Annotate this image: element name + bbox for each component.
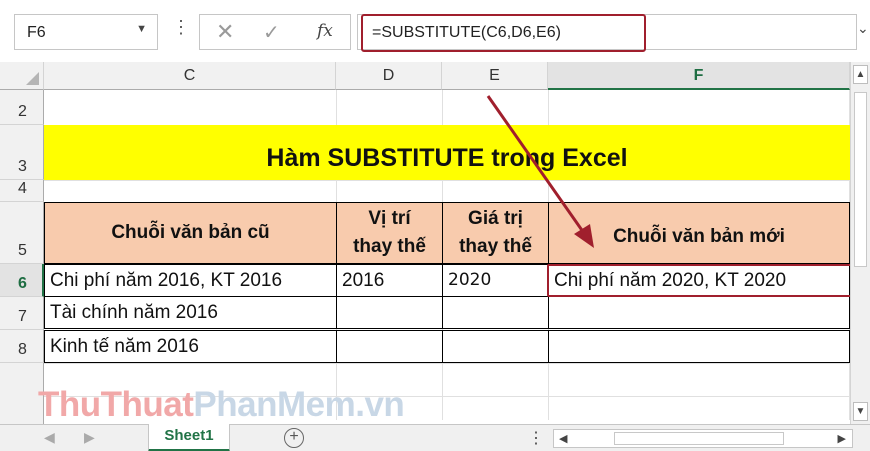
sheet-title[interactable]: Hàm SUBSTITUTE trong Excel [44, 144, 850, 173]
row-header-8[interactable]: 8 [0, 330, 44, 363]
header-old-text[interactable]: Chuỗi văn bản cũ [44, 202, 337, 264]
scroll-thumb[interactable] [614, 432, 784, 445]
formula-highlight-box [361, 14, 646, 52]
cell-e8[interactable] [442, 330, 549, 363]
header-new-text[interactable]: Chuỗi văn bản mới [548, 202, 850, 264]
tab-prev-icon[interactable]: ◀ [44, 429, 55, 446]
scroll-right-icon[interactable]: ▶ [838, 432, 846, 445]
row-header-2[interactable]: 2 [0, 90, 44, 125]
watermark: ThuThuatPhanMem.vn [38, 385, 405, 424]
chevron-down-icon[interactable]: ▼ [136, 23, 147, 35]
cell-d6[interactable]: 2016 [336, 264, 443, 297]
vertical-scrollbar[interactable]: ▲ ▼ [850, 62, 870, 424]
name-box[interactable]: F6 ▼ [14, 14, 158, 50]
cell-c6[interactable]: Chi phí năm 2016, KT 2016 [44, 264, 337, 297]
cell-e6[interactable]: 2020 [442, 264, 549, 297]
cancel-icon[interactable]: ✕ [216, 19, 234, 45]
cell-d8[interactable] [336, 330, 443, 363]
row-header-7[interactable]: 7 [0, 297, 44, 330]
cell-c7[interactable]: Tài chính năm 2016 [44, 296, 337, 329]
column-header-f[interactable]: F [548, 62, 850, 90]
horizontal-scrollbar[interactable]: ◀ ▶ [553, 429, 853, 448]
cell-d7[interactable] [336, 296, 443, 329]
function-icon[interactable]: fx [317, 21, 333, 41]
check-icon[interactable]: ✓ [263, 20, 280, 45]
formula-bar: F6 ▼ ⋮ ✕ ✓ fx =SUBSTITUTE(C6,D6,E6) ⌄ [0, 0, 870, 62]
tab-sheet1[interactable]: Sheet1 [148, 424, 230, 451]
cell-f7[interactable] [548, 296, 850, 329]
active-cell-highlight [547, 264, 852, 297]
formula-buttons: ✕ ✓ fx [199, 14, 351, 50]
row-header-4[interactable]: 4 [0, 180, 44, 202]
select-all-corner[interactable] [0, 62, 44, 90]
scroll-down-icon[interactable]: ▼ [853, 402, 868, 421]
scroll-thumb[interactable] [854, 92, 867, 267]
cell-e7[interactable] [442, 296, 549, 329]
expand-formula-icon[interactable]: ⌄ [857, 20, 869, 37]
gridline [44, 180, 850, 181]
row-header-6[interactable]: 6 [0, 264, 44, 297]
row-header-3[interactable]: 3 [0, 125, 44, 180]
cell-f8[interactable] [548, 330, 850, 363]
vertical-dots-icon[interactable]: ⋮ [528, 428, 544, 448]
add-sheet-icon[interactable]: + [284, 428, 304, 448]
column-header-c[interactable]: C [44, 62, 336, 90]
scroll-left-icon[interactable]: ◀ [559, 432, 567, 445]
header-value[interactable]: Giá trị thay thế [442, 202, 549, 264]
gridline [44, 363, 850, 364]
scroll-up-icon[interactable]: ▲ [853, 65, 868, 84]
header-position[interactable]: Vị trí thay thế [336, 202, 443, 264]
row-header-5[interactable]: 5 [0, 202, 44, 264]
column-header-e[interactable]: E [442, 62, 548, 90]
vertical-dots-icon: ⋮ [172, 17, 190, 37]
sheet-tab-bar: ◀ ▶ Sheet1 + ⋮ ◀ ▶ [0, 424, 870, 451]
column-header-d[interactable]: D [336, 62, 442, 90]
cell-c8[interactable]: Kinh tế năm 2016 [44, 330, 337, 363]
name-box-value: F6 [27, 24, 46, 41]
tab-next-icon[interactable]: ▶ [84, 429, 95, 446]
